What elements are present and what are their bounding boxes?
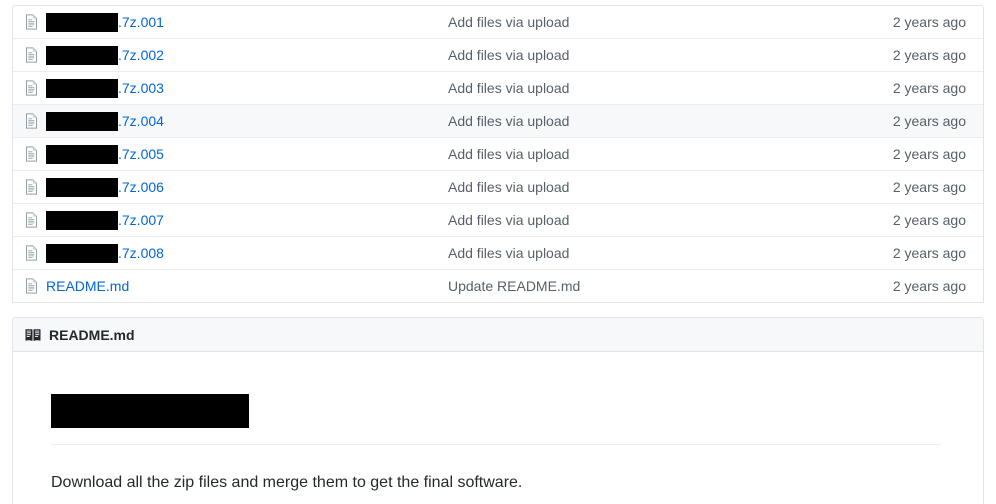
file-icon: [24, 278, 40, 294]
redacted-filename: [46, 210, 118, 230]
redacted-heading: [51, 394, 249, 428]
commit-message-cell[interactable]: Add files via upload: [439, 179, 859, 195]
commit-message-cell[interactable]: Add files via upload: [439, 80, 859, 96]
file-icon: [24, 179, 40, 195]
readme-panel: README.md Download all the zip files and…: [12, 317, 984, 504]
file-name-text[interactable]: .7z.001: [118, 14, 164, 30]
redacted-filename: [46, 78, 118, 98]
file-name-cell: .7z.001: [24, 12, 439, 32]
file-name-link[interactable]: .7z.001: [46, 12, 164, 32]
readme-header: README.md: [13, 318, 983, 352]
file-icon: [24, 47, 40, 63]
commit-message-cell[interactable]: Add files via upload: [439, 47, 859, 63]
file-icon: [24, 245, 40, 261]
table-row[interactable]: .7z.001 Add files via upload 2 years ago: [13, 6, 983, 39]
redacted-filename: [46, 177, 118, 197]
horizontal-rule: [51, 444, 941, 445]
table-row[interactable]: .7z.008 Add files via upload 2 years ago: [13, 237, 983, 270]
file-name-link[interactable]: .7z.008: [46, 243, 164, 263]
readme-paragraph: Download all the zip files and merge the…: [51, 474, 523, 491]
file-name-link[interactable]: .7z.007: [46, 210, 164, 230]
commit-age-cell: 2 years ago: [892, 278, 966, 294]
file-name-text[interactable]: .7z.007: [118, 212, 164, 228]
commit-age-cell: 2 years ago: [892, 80, 966, 96]
table-row[interactable]: .7z.002 Add files via upload 2 years ago: [13, 39, 983, 72]
redacted-filename: [46, 45, 118, 65]
table-row[interactable]: .7z.006 Add files via upload 2 years ago: [13, 171, 983, 204]
table-row[interactable]: .7z.003 Add files via upload 2 years ago: [13, 72, 983, 105]
commit-message-cell[interactable]: Add files via upload: [439, 113, 859, 129]
file-icon: [24, 146, 40, 162]
table-row[interactable]: .7z.007 Add files via upload 2 years ago: [13, 204, 983, 237]
file-name-link[interactable]: .7z.006: [46, 177, 164, 197]
table-row[interactable]: .7z.004 Add files via upload 2 years ago: [13, 105, 983, 138]
commit-message-cell[interactable]: Update README.md: [439, 278, 859, 294]
file-name-text[interactable]: .7z.006: [118, 179, 164, 195]
commit-age-cell: 2 years ago: [892, 113, 966, 129]
readme-content: Download all the zip files and merge the…: [13, 352, 983, 504]
table-row[interactable]: .7z.005 Add files via upload 2 years ago: [13, 138, 983, 171]
repository-file-browser: .7z.001 Add files via upload 2 years ago .7…: [0, 0, 996, 504]
commit-message-cell[interactable]: Add files via upload: [439, 245, 859, 261]
file-name-cell: .7z.008: [24, 243, 439, 263]
commit-message-cell[interactable]: Add files via upload: [439, 212, 859, 228]
book-icon: [25, 327, 41, 343]
readme-title: README.md: [49, 326, 135, 343]
file-name-link[interactable]: .7z.002: [46, 45, 164, 65]
file-icon: [24, 212, 40, 228]
file-icon: [24, 113, 40, 129]
redacted-filename: [46, 12, 118, 32]
file-name-link[interactable]: .7z.004: [46, 111, 164, 131]
file-list-table: .7z.001 Add files via upload 2 years ago .7…: [12, 5, 984, 303]
file-name-text[interactable]: .7z.004: [118, 113, 164, 129]
file-name-cell: .7z.002: [24, 45, 439, 65]
commit-age-cell: 2 years ago: [892, 212, 966, 228]
commit-age-cell: 2 years ago: [892, 14, 966, 30]
file-icon: [24, 80, 40, 96]
file-name-link[interactable]: .7z.005: [46, 144, 164, 164]
table-row[interactable]: README.md Update README.md 2 years ago: [13, 270, 983, 303]
redacted-filename: [46, 144, 118, 164]
file-name-text[interactable]: README.md: [46, 278, 129, 294]
file-icon: [24, 14, 40, 30]
file-name-cell: .7z.007: [24, 210, 439, 230]
file-name-cell: .7z.006: [24, 177, 439, 197]
commit-age-cell: 2 years ago: [892, 179, 966, 195]
file-name-cell: .7z.003: [24, 78, 439, 98]
redacted-filename: [46, 243, 118, 263]
file-name-link[interactable]: README.md: [46, 278, 129, 294]
file-name-cell: README.md: [24, 278, 439, 294]
commit-message-cell[interactable]: Add files via upload: [439, 14, 859, 30]
redacted-filename: [46, 111, 118, 131]
commit-age-cell: 2 years ago: [892, 245, 966, 261]
file-name-text[interactable]: .7z.002: [118, 47, 164, 63]
commit-message-cell[interactable]: Add files via upload: [439, 146, 859, 162]
file-name-link[interactable]: .7z.003: [46, 78, 164, 98]
file-name-cell: .7z.005: [24, 144, 439, 164]
commit-age-cell: 2 years ago: [892, 47, 966, 63]
file-name-text[interactable]: .7z.003: [118, 80, 164, 96]
commit-age-cell: 2 years ago: [892, 146, 966, 162]
file-name-cell: .7z.004: [24, 111, 439, 131]
file-name-text[interactable]: .7z.005: [118, 146, 164, 162]
file-name-text[interactable]: .7z.008: [118, 245, 164, 261]
